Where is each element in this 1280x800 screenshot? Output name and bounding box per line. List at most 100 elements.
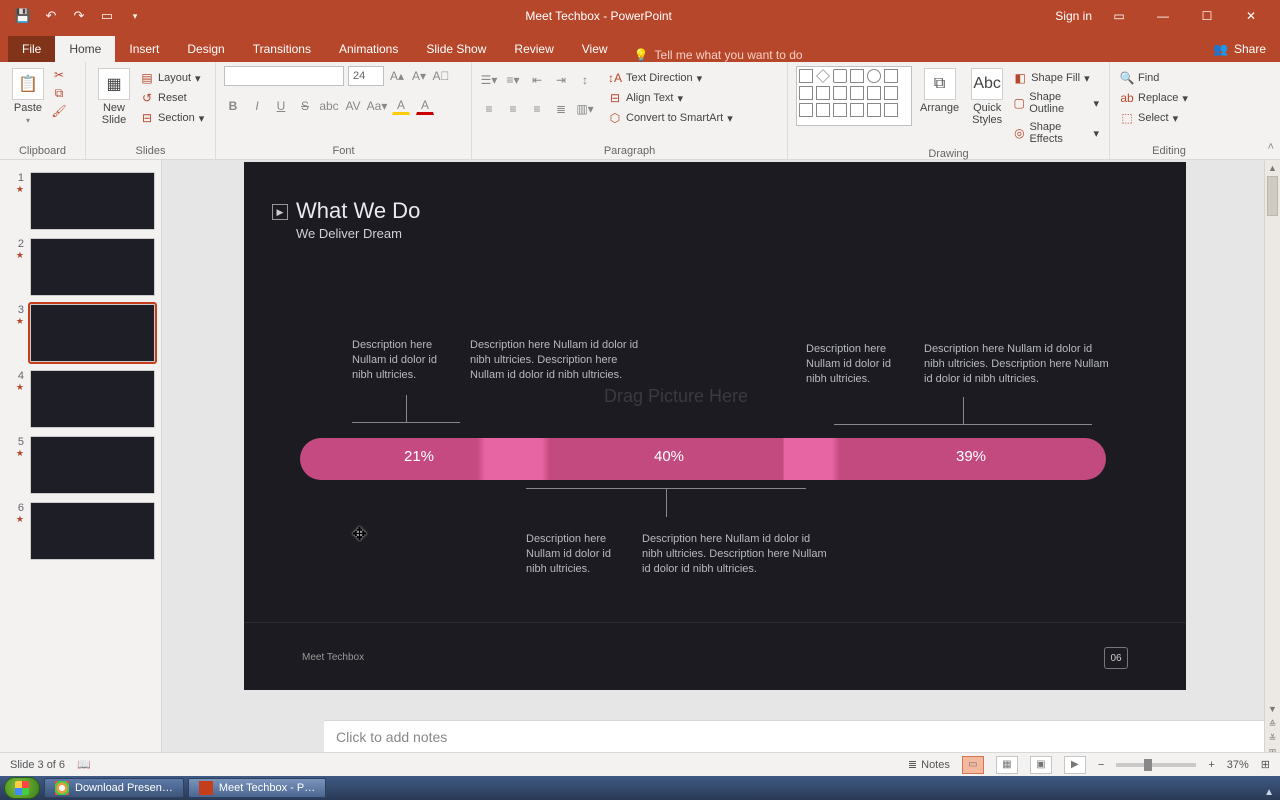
- tab-file[interactable]: File: [8, 36, 55, 62]
- share-button[interactable]: 👥 Share: [1199, 36, 1280, 62]
- font-color-icon[interactable]: A: [416, 97, 434, 115]
- reset-button[interactable]: ↺Reset: [138, 90, 189, 106]
- character-spacing-icon[interactable]: AV: [344, 97, 362, 115]
- quick-styles-button[interactable]: Abc Quick Styles: [967, 66, 1007, 128]
- scroll-thumb[interactable]: [1267, 176, 1278, 216]
- tab-view[interactable]: View: [568, 36, 622, 62]
- clear-formatting-icon[interactable]: A⃠: [432, 67, 450, 85]
- shape-fill-button[interactable]: ◧Shape Fill ▾: [1011, 70, 1091, 86]
- zoom-level[interactable]: 37%: [1227, 759, 1249, 771]
- arrange-button[interactable]: ⧉ Arrange: [916, 66, 963, 116]
- zoom-slider[interactable]: [1116, 763, 1196, 767]
- thumbnail-6[interactable]: 6★: [0, 498, 161, 564]
- decrease-indent-icon[interactable]: ⇤: [528, 71, 546, 89]
- change-case-icon[interactable]: Aa▾: [368, 97, 386, 115]
- save-icon[interactable]: 💾: [16, 9, 30, 23]
- shape-outline-button[interactable]: ▢Shape Outline ▾: [1011, 90, 1101, 116]
- tab-animations[interactable]: Animations: [325, 36, 412, 62]
- desc-bot-right[interactable]: Description here Nullam id dolor id nibh…: [642, 532, 832, 577]
- notes-toggle[interactable]: ≣Notes: [908, 758, 950, 771]
- justify-icon[interactable]: ≣: [552, 100, 570, 118]
- maximize-icon[interactable]: ☐: [1190, 5, 1224, 27]
- slide-editor[interactable]: ▶ What We Do We Deliver Dream Drag Pictu…: [162, 160, 1280, 760]
- tab-review[interactable]: Review: [500, 36, 567, 62]
- slide-subtitle[interactable]: We Deliver Dream: [296, 226, 402, 241]
- cut-icon[interactable]: ✂: [52, 68, 66, 82]
- thumbnail-1[interactable]: 1★: [0, 168, 161, 234]
- desc-top-left[interactable]: Description here Nullam id dolor id nibh…: [352, 338, 452, 383]
- section-button[interactable]: ⊟Section ▾: [138, 110, 206, 126]
- tell-me-search[interactable]: 💡 Tell me what you want to do: [622, 48, 803, 62]
- slide-thumbnails-panel[interactable]: 1★ 2★ 3★ 4★ 5★ 6★: [0, 160, 162, 760]
- minimize-icon[interactable]: —: [1146, 5, 1180, 27]
- decrease-font-icon[interactable]: A▾: [410, 67, 428, 85]
- tab-insert[interactable]: Insert: [115, 36, 173, 62]
- slide-footer[interactable]: Meet Techbox: [302, 652, 364, 663]
- find-button[interactable]: 🔍Find: [1118, 70, 1161, 86]
- line-spacing-icon[interactable]: ↕: [576, 71, 594, 89]
- taskbar-powerpoint[interactable]: Meet Techbox - P…: [188, 778, 326, 798]
- zoom-in-button[interactable]: +: [1208, 759, 1214, 771]
- reading-view-button[interactable]: ▣: [1030, 756, 1052, 774]
- qat-customize-icon[interactable]: ▾: [128, 9, 142, 23]
- text-direction-button[interactable]: ↕AText Direction ▾: [606, 70, 704, 86]
- undo-icon[interactable]: ↶: [44, 9, 58, 23]
- redo-icon[interactable]: ↷: [72, 9, 86, 23]
- thumbnail-5[interactable]: 5★: [0, 432, 161, 498]
- format-painter-icon[interactable]: 🖌: [52, 104, 66, 118]
- new-slide-button[interactable]: ▦ New Slide: [94, 66, 134, 128]
- font-size-select[interactable]: 24: [348, 66, 384, 86]
- tab-slideshow[interactable]: Slide Show: [412, 36, 500, 62]
- start-button[interactable]: [4, 777, 40, 799]
- layout-button[interactable]: ▤Layout ▾: [138, 70, 203, 86]
- vertical-scrollbar[interactable]: ▲ ▼ ≙ ≚ ⊞: [1264, 160, 1280, 760]
- fit-to-window-button[interactable]: ⊞: [1261, 758, 1270, 771]
- underline-button[interactable]: U: [272, 97, 290, 115]
- italic-button[interactable]: I: [248, 97, 266, 115]
- replace-button[interactable]: abReplace ▾: [1118, 90, 1190, 106]
- close-icon[interactable]: ✕: [1234, 5, 1268, 27]
- convert-smartart-button[interactable]: ⬡Convert to SmartArt ▾: [606, 110, 735, 126]
- zoom-out-button[interactable]: −: [1098, 759, 1104, 771]
- thumbnail-3[interactable]: 3★: [0, 300, 161, 366]
- scroll-down-icon[interactable]: ▼: [1265, 701, 1280, 716]
- desc-top-r2[interactable]: Description here Nullam id dolor id nibh…: [924, 342, 1114, 387]
- slide-sorter-view-button[interactable]: ▦: [996, 756, 1018, 774]
- picture-placeholder[interactable]: Drag Picture Here: [604, 386, 748, 407]
- shadow-button[interactable]: abc: [320, 97, 338, 115]
- collapse-ribbon-icon[interactable]: ˄: [1268, 141, 1274, 153]
- desc-top-r1[interactable]: Description here Nullam id dolor id nibh…: [806, 342, 906, 387]
- slide-canvas[interactable]: ▶ What We Do We Deliver Dream Drag Pictu…: [244, 162, 1186, 690]
- columns-icon[interactable]: ▥▾: [576, 100, 594, 118]
- sign-in-link[interactable]: Sign in: [1055, 9, 1092, 23]
- ribbon-display-options-icon[interactable]: ▭: [1102, 5, 1136, 27]
- align-text-button[interactable]: ⊟Align Text ▾: [606, 90, 685, 106]
- font-family-select[interactable]: [224, 66, 344, 86]
- thumbnail-2[interactable]: 2★: [0, 234, 161, 300]
- strikethrough-button[interactable]: S: [296, 97, 314, 115]
- start-from-beginning-icon[interactable]: ▭: [100, 9, 114, 23]
- tab-design[interactable]: Design: [173, 36, 238, 62]
- spellcheck-icon[interactable]: 📖: [77, 758, 91, 771]
- bullets-icon[interactable]: ☰▾: [480, 71, 498, 89]
- align-center-icon[interactable]: ≡: [504, 100, 522, 118]
- bold-button[interactable]: B: [224, 97, 242, 115]
- increase-indent-icon[interactable]: ⇥: [552, 71, 570, 89]
- zoom-knob[interactable]: [1144, 759, 1152, 771]
- highlight-icon[interactable]: A: [392, 97, 410, 115]
- next-slide-icon[interactable]: ≚: [1265, 731, 1280, 746]
- slide-counter[interactable]: Slide 3 of 6: [10, 759, 65, 771]
- tab-transitions[interactable]: Transitions: [239, 36, 325, 62]
- paste-button[interactable]: 📋 Paste ▾: [8, 66, 48, 127]
- tab-home[interactable]: Home: [55, 36, 115, 62]
- copy-icon[interactable]: ⧉: [52, 86, 66, 100]
- increase-font-icon[interactable]: A▴: [388, 67, 406, 85]
- shapes-gallery[interactable]: [796, 66, 912, 126]
- scroll-up-icon[interactable]: ▲: [1265, 160, 1280, 175]
- desc-top-mid[interactable]: Description here Nullam id dolor id nibh…: [470, 338, 650, 383]
- select-button[interactable]: ⬚Select ▾: [1118, 110, 1180, 126]
- show-hidden-icons-icon[interactable]: ▲: [1264, 787, 1274, 798]
- desc-bot-left[interactable]: Description here Nullam id dolor id nibh…: [526, 532, 626, 577]
- normal-view-button[interactable]: ▭: [962, 756, 984, 774]
- thumbnail-4[interactable]: 4★: [0, 366, 161, 432]
